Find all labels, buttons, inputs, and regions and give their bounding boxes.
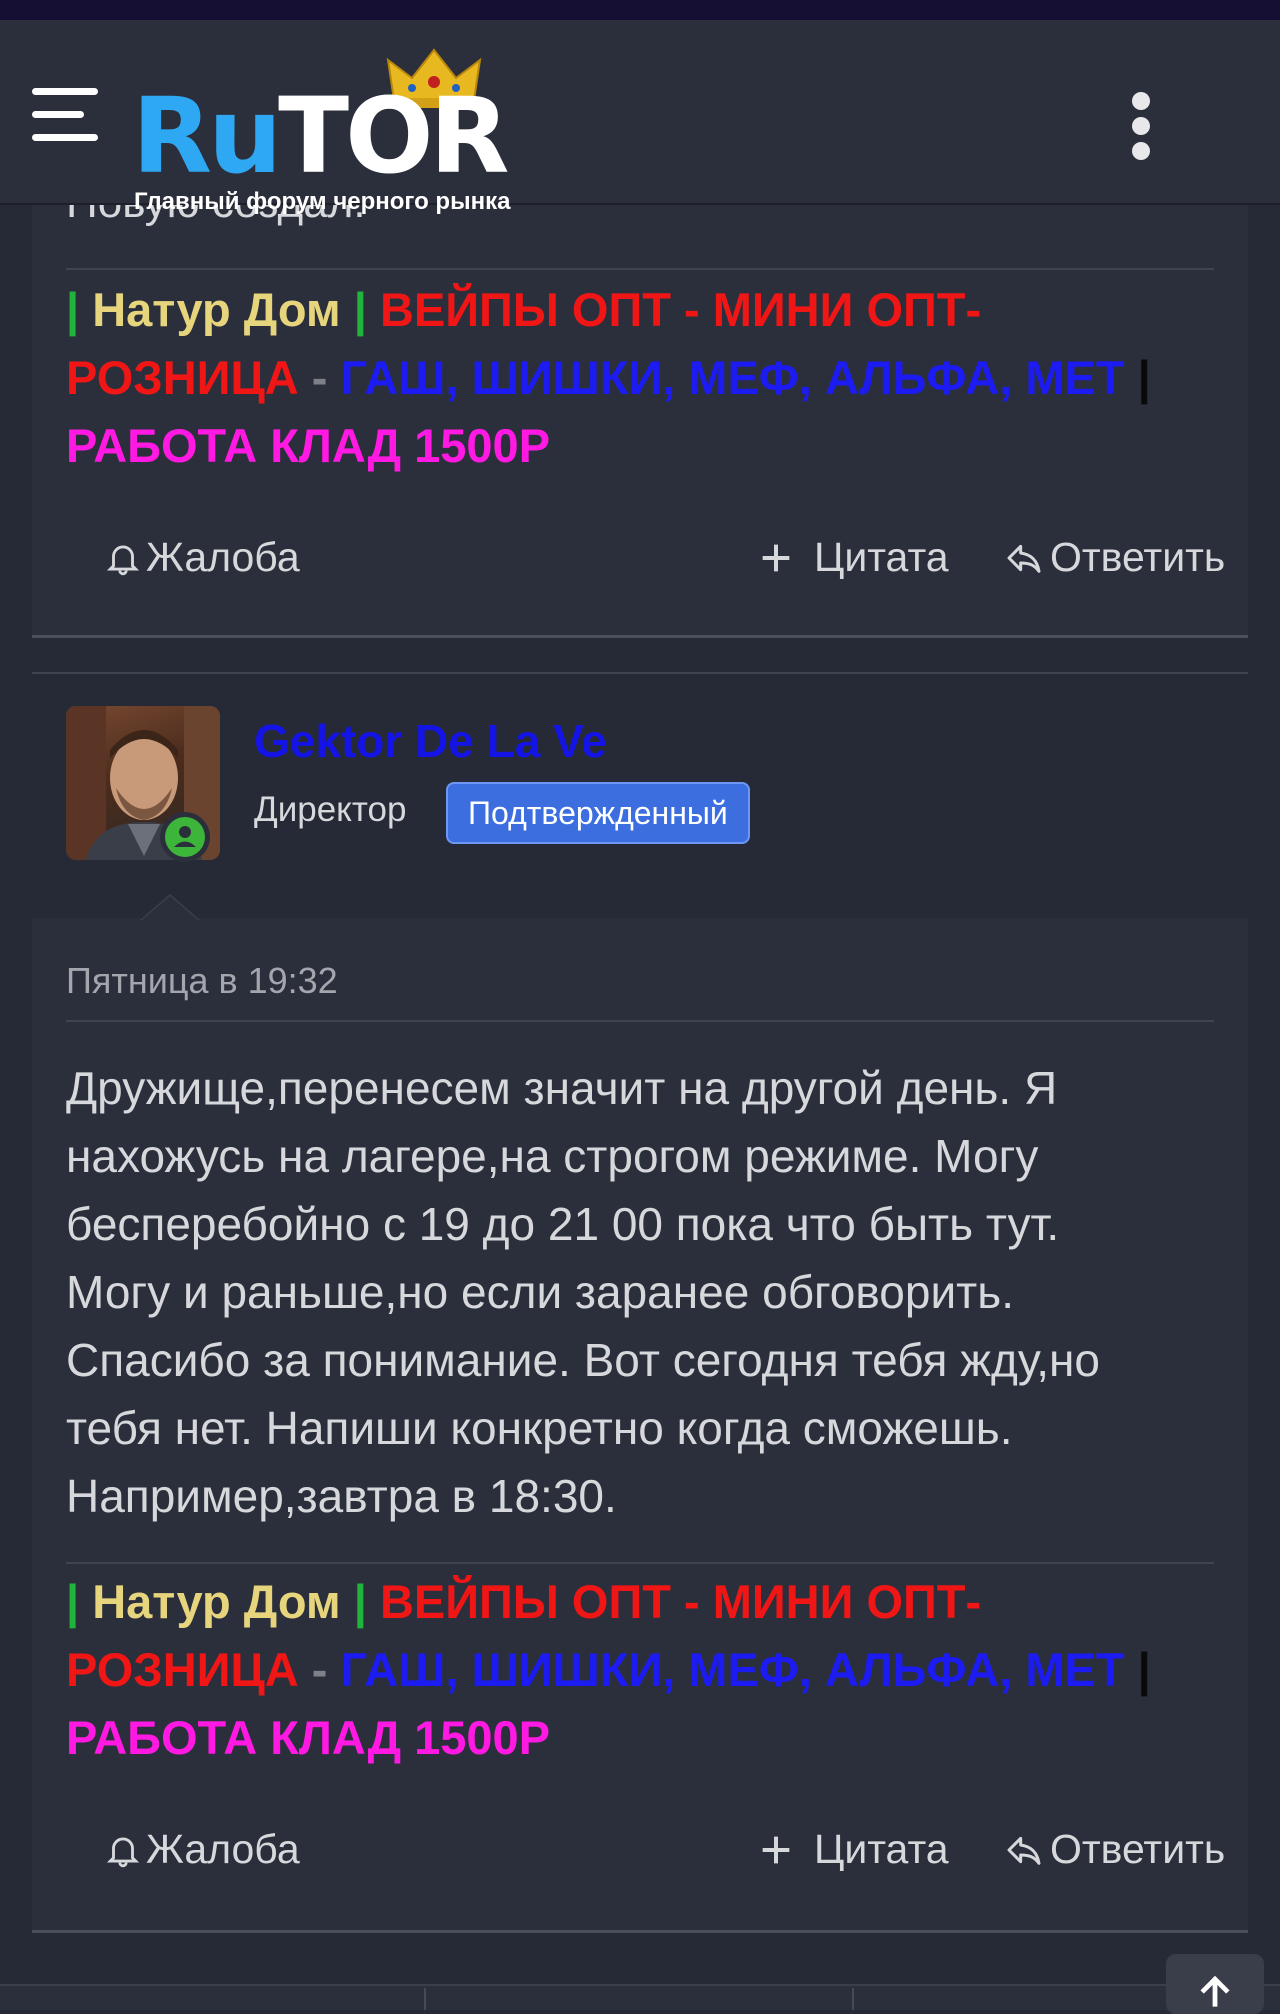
plus-icon <box>762 544 790 571</box>
plus-icon <box>762 1836 790 1863</box>
post-body-line: Спасибо за понимание. Вот сегодня тебя ж… <box>66 1334 1100 1386</box>
hamburger-icon[interactable] <box>32 88 98 141</box>
author-username[interactable]: Gektor De La Ve <box>254 714 607 768</box>
post-date[interactable]: Пятница в 19:32 <box>66 960 338 1002</box>
nav-divider <box>424 1988 426 2010</box>
sig-bar: | <box>66 283 80 336</box>
bottom-nav-bar <box>0 1984 1280 2010</box>
sig-products: ГАШ, ШИШКИ, МЕФ, АЛЬФА, МЕТ <box>340 351 1125 404</box>
report-button[interactable]: Жалоба <box>104 534 300 581</box>
online-status-badge <box>160 812 210 862</box>
logo-tagline: Главный форум черного рынка <box>134 188 511 215</box>
sig-bar: | <box>1137 351 1151 404</box>
post-actions: Жалоба Цитата Ответить <box>66 1826 1225 1886</box>
signature-divider <box>66 1562 1214 1564</box>
bell-icon <box>106 1837 140 1867</box>
post-card-2: Пятница в 19:32 Дружище,перенесем значит… <box>32 894 1248 1933</box>
sig-dash: - <box>298 1643 341 1696</box>
post-body-line: Например,завтра в 18:30. <box>66 1470 617 1522</box>
post-card-1: Новую создал. | Натур Дом | ВЕЙПЫ ОПТ - … <box>32 150 1248 638</box>
reply-button[interactable]: Ответить <box>1002 534 1225 581</box>
post-signature: | Натур Дом | ВЕЙПЫ ОПТ - МИНИ ОПТ- РОЗН… <box>66 1568 1214 1772</box>
sig-shop-name: Натур Дом <box>92 1575 341 1628</box>
date-divider <box>66 1020 1214 1022</box>
reply-icon <box>1007 544 1041 573</box>
report-label: Жалоба <box>146 534 300 580</box>
sig-bar: | <box>353 1575 367 1628</box>
quote-button[interactable]: Цитата <box>756 1826 949 1873</box>
sig-bar: | <box>66 1575 80 1628</box>
user-online-icon <box>165 817 205 857</box>
sig-job: РАБОТА КЛАД 1500Р <box>66 419 551 472</box>
sig-retail: РОЗНИЦА <box>66 1643 299 1696</box>
nav-divider <box>852 1988 854 2010</box>
post-body-line: нахожусь на лагере,на строгом режиме. Мо… <box>66 1130 1039 1182</box>
signature-divider <box>66 268 1214 270</box>
sig-shop-name: Натур Дом <box>92 283 341 336</box>
post-body-line: Могу и раньше,но если заранее обговорить… <box>66 1266 1014 1318</box>
report-button[interactable]: Жалоба <box>104 1826 300 1873</box>
quote-label: Цитата <box>814 534 949 580</box>
post-body-line: тебя нет. Напиши конкретно когда сможешь… <box>66 1402 1013 1454</box>
reply-button[interactable]: Ответить <box>1002 1826 1225 1873</box>
quote-label: Цитата <box>814 1826 949 1872</box>
reply-label: Ответить <box>1050 534 1226 580</box>
sig-vapes: ВЕЙПЫ ОПТ - МИНИ ОПТ- <box>379 283 982 336</box>
post-body: Дружище,перенесем значит на другой день.… <box>66 1054 1226 1530</box>
post-body-line: бесперебойно с 19 до 21 00 пока что быть… <box>66 1198 1060 1250</box>
quote-button[interactable]: Цитата <box>756 534 949 581</box>
author-pointer-inner <box>142 896 198 920</box>
sig-products: ГАШ, ШИШКИ, МЕФ, АЛЬФА, МЕТ <box>340 1643 1125 1696</box>
post-actions: Жалоба Цитата Ответить <box>66 534 1225 594</box>
post-divider <box>32 672 1248 674</box>
reply-label: Ответить <box>1050 1826 1226 1872</box>
post-author-block: Gektor De La Ve Директор Подтвержденный <box>32 672 1248 918</box>
sig-retail: РОЗНИЦА <box>66 351 299 404</box>
report-label: Жалоба <box>146 1826 300 1872</box>
verified-badge: Подтвержденный <box>446 782 750 844</box>
status-strip <box>0 0 1280 20</box>
sig-bar: | <box>353 283 367 336</box>
sig-dash: - <box>298 351 341 404</box>
post-body-line: Дружище,перенесем значит на другой день.… <box>66 1062 1058 1114</box>
sig-bar: | <box>1137 1643 1151 1696</box>
post-signature: | Натур Дом | ВЕЙПЫ ОПТ - МИНИ ОПТ- РОЗН… <box>66 276 1214 480</box>
scroll-to-top-button[interactable] <box>1166 1954 1264 2014</box>
bell-icon <box>106 545 140 575</box>
reply-icon <box>1007 1836 1041 1865</box>
arrow-up-icon <box>1200 1975 1230 2007</box>
logo-wordmark: RuTOR <box>132 84 510 188</box>
author-title: Директор <box>254 790 407 829</box>
logo-tor: TOR <box>278 75 509 197</box>
sig-vapes: ВЕЙПЫ ОПТ - МИНИ ОПТ- <box>379 1575 982 1628</box>
site-header: RuTOR Главный форум черного рынка <box>0 20 1280 215</box>
logo-ru: Ru <box>132 75 282 197</box>
site-logo[interactable]: RuTOR Главный форум черного рынка <box>132 48 562 218</box>
kebab-icon[interactable] <box>1126 92 1156 162</box>
sig-job: РАБОТА КЛАД 1500Р <box>66 1711 551 1764</box>
